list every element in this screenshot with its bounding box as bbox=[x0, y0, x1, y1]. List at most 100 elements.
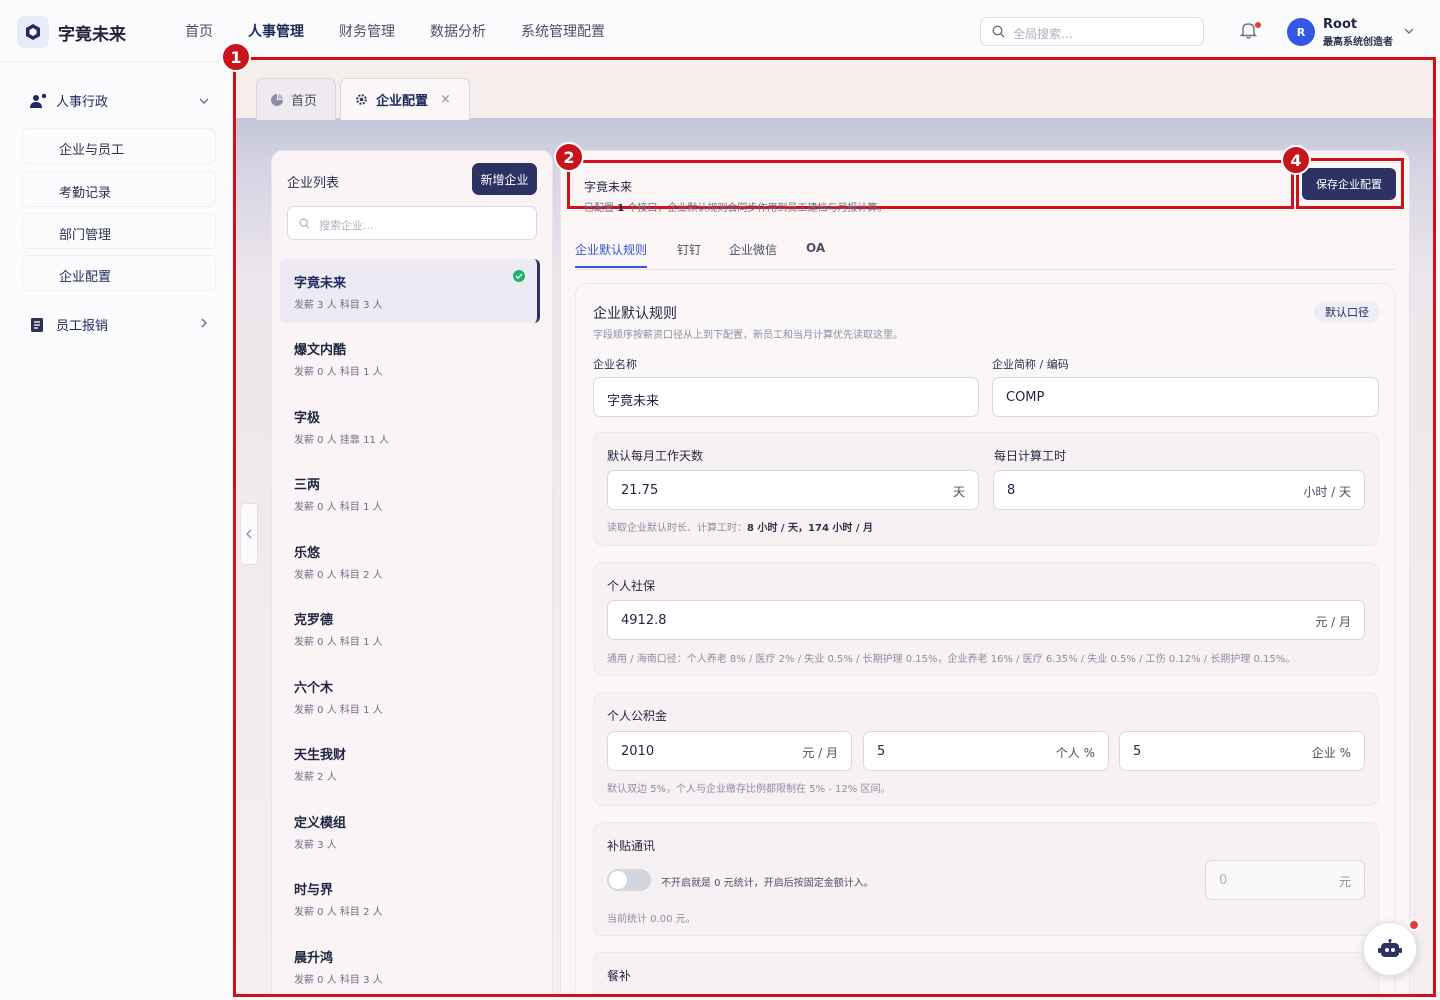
field-unit: 个人 % bbox=[1055, 746, 1095, 760]
company-code-label: 企业简称 / 编码 bbox=[992, 358, 1069, 371]
company-name: 六个木 bbox=[294, 681, 334, 696]
annotation-badge-2: 2 bbox=[554, 142, 584, 172]
collapse-panel-button[interactable] bbox=[240, 503, 258, 565]
company-list-item[interactable]: 字竟未来 发薪 3 人 科目 3 人 bbox=[280, 259, 540, 323]
sidebar-group-label: 员工报销 bbox=[56, 319, 109, 334]
company-detail-panel: 字竟未来 已配置 1 个接口，企业默认规则会同步作用到员工建档与月报计算。 保存… bbox=[560, 150, 1410, 994]
tab-default-rules[interactable]: 企业默认规则 bbox=[575, 241, 648, 268]
company-list-item[interactable]: 乐悠 发薪 0 人 科目 2 人 bbox=[280, 529, 540, 593]
close-icon[interactable]: × bbox=[440, 92, 451, 107]
daily-hours-input[interactable]: 8 小时 / 天 bbox=[993, 470, 1365, 510]
company-list-item[interactable]: 时与界 发薪 0 人 科目 2 人 bbox=[280, 866, 540, 930]
nav-system-config[interactable]: 系统管理配置 bbox=[521, 21, 605, 41]
avatar[interactable]: R bbox=[1287, 18, 1315, 46]
tab-oa[interactable]: OA bbox=[806, 241, 825, 255]
company-list-item[interactable]: 定义模组 发薪 3 人 bbox=[280, 799, 540, 863]
sidebar-group-reimbursement[interactable]: 员工报销 bbox=[30, 315, 108, 334]
rules-subtitle: 字段顺序按薪资口径从上到下配置，新员工和当月计算优先读取这里。 bbox=[593, 330, 903, 341]
global-search-input[interactable]: 全局搜索... bbox=[980, 17, 1204, 46]
notification-dot bbox=[1255, 22, 1261, 28]
company-name: 乐悠 bbox=[294, 546, 321, 561]
company-list-item[interactable]: 三两 发薪 0 人 科目 1 人 bbox=[280, 461, 540, 525]
daily-hours-label: 每日计算工时 bbox=[994, 449, 1067, 463]
company-list-item[interactable]: 晨升鸿 发薪 0 人 科目 3 人 bbox=[280, 934, 540, 994]
company-list-item[interactable]: 天生我财 发薪 2 人 bbox=[280, 731, 540, 795]
comm-allowance-amount-input[interactable]: 0 元 bbox=[1205, 860, 1365, 900]
housing-fund-personal-input[interactable]: 5 个人 % bbox=[863, 731, 1109, 771]
top-bar: 字竟未来 首页 人事管理 财务管理 数据分析 系统管理配置 全局搜索... R … bbox=[0, 0, 1440, 62]
company-code-field[interactable]: COMP bbox=[992, 377, 1379, 417]
sidebar-item-attendance[interactable]: 考勤记录 bbox=[22, 171, 216, 207]
sidebar-group-label: 人事行政 bbox=[56, 95, 109, 110]
chevron-left-icon bbox=[246, 529, 252, 539]
sidebar-item-departments[interactable]: 部门管理 bbox=[22, 213, 216, 249]
sidebar-item-company-employees[interactable]: 企业与员工 bbox=[22, 128, 216, 164]
sidebar-group-hr-admin[interactable]: 人事行政 bbox=[30, 91, 108, 110]
search-placeholder: 全局搜索... bbox=[1013, 27, 1073, 41]
company-meta: 发薪 0 人 科目 1 人 bbox=[294, 637, 383, 648]
tab-wecom[interactable]: 企业微信 bbox=[729, 241, 777, 258]
user-name[interactable]: Root bbox=[1323, 17, 1357, 32]
field-placeholder: 0 bbox=[1219, 873, 1228, 888]
detail-tabs: 企业默认规则 钉钉 企业微信 OA bbox=[575, 239, 1395, 270]
save-company-config-button[interactable]: 保存企业配置 bbox=[1302, 168, 1396, 200]
app-title: 字竟未来 bbox=[58, 25, 126, 45]
social-insurance-hint: 通用 / 海南口径：个人养老 8% / 医疗 2% / 失业 0.5% / 长期… bbox=[607, 654, 1296, 665]
sidebar-item-company-config[interactable]: 企业配置 bbox=[22, 255, 216, 291]
company-name: 时与界 bbox=[294, 883, 334, 898]
comm-allowance-toggle-text: 不开启就是 0 元统计，开启后按固定金额计入。 bbox=[661, 878, 874, 889]
company-meta: 发薪 0 人 科目 1 人 bbox=[294, 705, 383, 716]
field-value: 4912.8 bbox=[621, 613, 667, 628]
add-company-button[interactable]: 新增企业 bbox=[472, 163, 537, 195]
nav-finance[interactable]: 财务管理 bbox=[339, 21, 395, 41]
field-value: 2010 bbox=[621, 744, 655, 759]
housing-fund-base-input[interactable]: 2010 元 / 月 bbox=[607, 731, 852, 771]
company-name: 字极 bbox=[294, 411, 321, 426]
company-name-field[interactable]: 字竟未来 bbox=[593, 377, 979, 417]
assistant-notification-dot bbox=[1408, 919, 1420, 931]
page-tab-company-config[interactable]: 企业配置 × bbox=[340, 78, 470, 120]
tab-dingtalk[interactable]: 钉钉 bbox=[677, 241, 701, 258]
comm-allowance-toggle[interactable] bbox=[607, 869, 651, 891]
field-unit: 元 / 月 bbox=[1315, 615, 1351, 629]
nav-hr[interactable]: 人事管理 bbox=[248, 21, 304, 41]
settings-icon bbox=[356, 94, 367, 105]
field-value: 字竟未来 bbox=[607, 394, 660, 409]
annotation-badge-4: 4 bbox=[1281, 145, 1311, 175]
chevron-down-icon[interactable] bbox=[199, 98, 209, 104]
rules-title: 企业默认规则 bbox=[593, 306, 677, 322]
ai-assistant-button[interactable] bbox=[1363, 922, 1417, 976]
chevron-right-icon[interactable] bbox=[201, 318, 207, 328]
app-logo-icon[interactable] bbox=[17, 16, 49, 48]
meal-allowance-label: 餐补 bbox=[607, 969, 632, 983]
nav-home[interactable]: 首页 bbox=[185, 21, 213, 41]
company-list-item[interactable]: 六个木 发薪 0 人 科目 1 人 bbox=[280, 664, 540, 728]
receipt-icon bbox=[31, 317, 43, 332]
company-name: 克罗德 bbox=[294, 613, 334, 628]
company-name: 爆文内酷 bbox=[294, 343, 347, 358]
nav-analytics[interactable]: 数据分析 bbox=[430, 21, 486, 41]
company-list-item[interactable]: 爆文内酷 发薪 0 人 科目 1 人 bbox=[280, 326, 540, 390]
social-insurance-input[interactable]: 4912.8 元 / 月 bbox=[607, 600, 1365, 640]
social-insurance-label: 个人社保 bbox=[607, 579, 656, 593]
workdays-input[interactable]: 21.75 天 bbox=[607, 470, 979, 510]
field-unit: 天 bbox=[952, 485, 965, 499]
workdays-hint: 读取企业默认时长、计算工时：8 小时 / 天，174 小时 / 月 bbox=[607, 523, 874, 534]
company-header-subtitle: 已配置 1 个接口，企业默认规则会同步作用到员工建档与月报计算。 bbox=[584, 203, 888, 214]
housing-fund-hint: 默认双边 5%，个人与企业缴存比例都限制在 5% - 12% 区间。 bbox=[607, 784, 891, 795]
company-list-item[interactable]: 克罗德 发薪 0 人 科目 1 人 bbox=[280, 596, 540, 660]
sidebar-item-label: 考勤记录 bbox=[59, 186, 112, 201]
company-header-name: 字竟未来 bbox=[584, 180, 633, 194]
default-rules-card: 企业默认规则 字段顺序按薪资口径从上到下配置，新员工和当月计算优先读取这里。 默… bbox=[575, 283, 1395, 994]
search-icon bbox=[992, 25, 1005, 38]
company-name-label: 企业名称 bbox=[593, 358, 637, 371]
page-tab-label: 企业配置 bbox=[376, 94, 429, 109]
default-caliber-badge: 默认口径 bbox=[1314, 301, 1380, 323]
company-search-input[interactable]: 搜索企业... bbox=[287, 206, 537, 240]
company-list-item[interactable]: 字极 发薪 0 人 挂靠 11 人 bbox=[280, 394, 540, 458]
housing-fund-company-input[interactable]: 5 企业 % bbox=[1119, 731, 1365, 771]
sidebar: 人事行政 企业与员工 考勤记录 部门管理 企业配置 员工报销 bbox=[0, 62, 232, 1000]
chevron-down-icon[interactable] bbox=[1404, 28, 1414, 34]
page-tab-home[interactable]: 首页 bbox=[256, 78, 336, 120]
company-name: 三两 bbox=[294, 478, 321, 493]
